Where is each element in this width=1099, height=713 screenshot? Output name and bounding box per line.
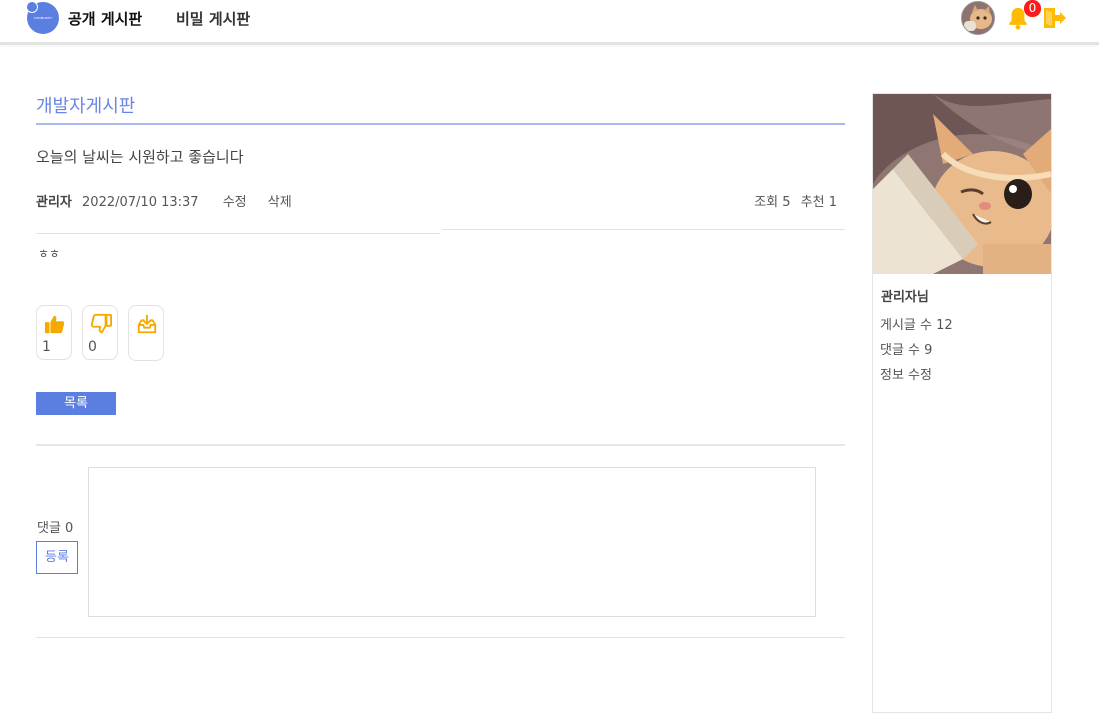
logout-icon[interactable] bbox=[1042, 7, 1066, 29]
thumbs-up-icon bbox=[44, 315, 65, 334]
top-header: COMMUNITY 공개 게시판 비밀 게시판 0 bbox=[0, 0, 1099, 45]
nav-public-board[interactable]: 공개 게시판 bbox=[68, 8, 142, 29]
notification-badge: 0 bbox=[1024, 0, 1041, 17]
profile-comment-count: 댓글 수 9 bbox=[880, 343, 933, 358]
post-date: 2022/07/10 13:37 bbox=[82, 195, 199, 210]
nav-secret-board[interactable]: 비밀 게시판 bbox=[176, 8, 250, 29]
list-button[interactable]: 목록 bbox=[36, 392, 116, 415]
view-count: 조회 5 bbox=[754, 195, 791, 210]
profile-post-count: 게시글 수 12 bbox=[880, 318, 953, 333]
post-title: 오늘의 날씨는 시원하고 좋습니다 bbox=[36, 148, 244, 166]
dislike-count: 0 bbox=[88, 339, 97, 355]
save-tray-icon bbox=[137, 314, 157, 334]
edit-post-link[interactable]: 수정 bbox=[223, 195, 247, 210]
post-body: ㅎㅎ bbox=[38, 247, 61, 261]
like-button[interactable]: 1 bbox=[36, 305, 72, 360]
avatar-cat-image bbox=[962, 2, 994, 34]
user-avatar[interactable] bbox=[961, 1, 995, 35]
bottom-divider bbox=[36, 637, 845, 638]
title-divider bbox=[36, 123, 845, 125]
comment-count: 댓글 0 bbox=[37, 521, 74, 536]
like-count: 1 bbox=[42, 339, 51, 355]
register-comment-button[interactable]: 등록 bbox=[36, 541, 78, 574]
recommend-count: 추천 1 bbox=[800, 195, 837, 210]
cat-photo bbox=[873, 94, 1051, 274]
save-button[interactable] bbox=[128, 305, 164, 361]
board-title: 개발자게시판 bbox=[36, 96, 136, 117]
profile-sidebar: 관리자님 게시글 수 12 댓글 수 9 정보 수정 bbox=[872, 93, 1052, 713]
profile-image bbox=[873, 94, 1051, 274]
site-logo[interactable]: COMMUNITY bbox=[26, 1, 59, 34]
post-author[interactable]: 관리자 bbox=[36, 195, 72, 210]
delete-post-link[interactable]: 삭제 bbox=[268, 195, 292, 210]
meta-divider-left bbox=[36, 233, 440, 234]
post-meta: 관리자 2022/07/10 13:37 수정 삭제 bbox=[36, 191, 309, 210]
meta-divider-right bbox=[442, 229, 845, 230]
dislike-button[interactable]: 0 bbox=[82, 305, 118, 360]
comment-input[interactable] bbox=[88, 467, 816, 617]
profile-name: 관리자님 bbox=[881, 290, 929, 305]
thumbs-down-icon bbox=[90, 313, 112, 334]
comment-section-divider bbox=[36, 444, 845, 446]
edit-profile-link[interactable]: 정보 수정 bbox=[880, 364, 932, 383]
logo-text: COMMUNITY bbox=[33, 16, 53, 20]
post-stats: 조회 5 추천 1 bbox=[748, 191, 837, 210]
